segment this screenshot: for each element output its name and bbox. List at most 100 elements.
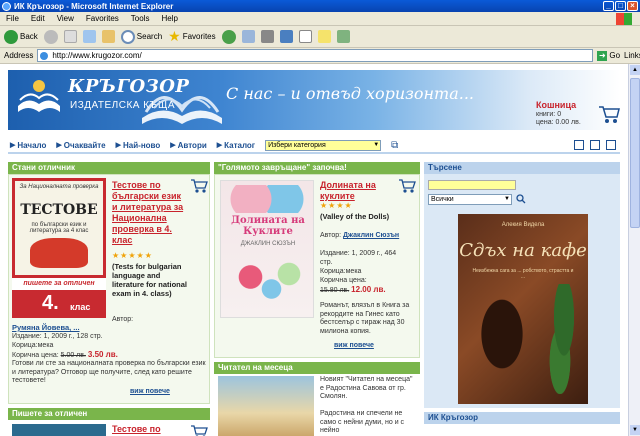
scroll-up-icon[interactable]: ▲ (630, 65, 640, 75)
old-price: 5.00 лв. (60, 352, 86, 359)
add-to-cart-icon[interactable] (190, 424, 208, 436)
search-input[interactable] (428, 180, 516, 190)
cover-pills-bottom (233, 253, 303, 313)
cover-grade: 4. (42, 292, 59, 314)
reader-photo[interactable] (218, 376, 314, 436)
search-icon[interactable] (516, 194, 526, 204)
refresh-icon[interactable] (82, 30, 96, 43)
nav-catalog[interactable]: ▶ Каталог (217, 141, 255, 150)
reader-text-2: Радостина ни спечели не само с нейни дум… (320, 410, 405, 434)
contact-icon[interactable] (606, 140, 616, 150)
rating-stars: ★★★★★ (112, 251, 153, 260)
media-icon[interactable] (221, 29, 236, 44)
forward-button[interactable] (43, 29, 58, 44)
cover-title: Долината на Куклите (231, 215, 305, 237)
edit-icon[interactable] (279, 30, 293, 43)
book-title-link[interactable]: Тестове по български език и литература з… (112, 180, 186, 246)
nav-arrow-icon: ▶ (56, 142, 62, 149)
cart-title[interactable]: Кошница (536, 100, 576, 110)
search-button[interactable]: Search (120, 29, 162, 44)
nav-arrow-icon: ▶ (216, 142, 223, 149)
go-button[interactable]: ➜ Go (597, 50, 620, 61)
reader-header: Читател на месеца (214, 362, 420, 374)
category-select[interactable]: Избери категория (265, 139, 382, 151)
menu-file[interactable]: File (6, 14, 19, 23)
book-cover-2[interactable] (12, 424, 106, 436)
maximize-button[interactable]: □ (615, 1, 626, 11)
english-title: (Valley of the Dolls) (320, 212, 390, 221)
links-label[interactable]: Links (624, 51, 640, 60)
author-link[interactable]: Джаклин Сюзън (343, 232, 399, 239)
email-icon[interactable] (590, 140, 600, 150)
address-label: Address (4, 51, 34, 60)
featured-column: Стани отличник За Националната проверка … (8, 162, 210, 436)
favorites-button[interactable]: ★ Favorites (168, 28, 215, 45)
author-link[interactable]: Румяна Йовева, ... (12, 323, 80, 333)
print-icon[interactable] (260, 30, 274, 43)
promo-author: Алекия Видела (501, 222, 545, 228)
more-link[interactable]: виж повече (334, 342, 374, 349)
menu-bar: File Edit View Favorites Tools Help (0, 12, 640, 26)
cover-grade-word: клас (70, 302, 91, 312)
publisher-header: ИК Кръгозор (424, 412, 620, 424)
mail-icon[interactable] (241, 30, 255, 43)
add-to-cart-icon[interactable] (190, 178, 208, 194)
nav-authors[interactable]: ▶ Автори (170, 141, 206, 150)
messenger-icon[interactable] (336, 30, 350, 43)
open-book-icon (142, 96, 222, 124)
reader-text: Новият "Читател на месеца" е Радостина С… (320, 376, 413, 400)
discuss-icon[interactable] (298, 30, 312, 43)
site-header: КРЪГОЗОР ИЗДАТЕЛСКА КЪЩА С нас – и отвъд… (8, 70, 620, 130)
edition-info: Издание: 1, 2009 г., 128 стр. (12, 333, 103, 340)
note-icon[interactable] (317, 30, 331, 43)
book-cover-dolls[interactable]: Долината на Куклите ДЖАКЛИН СЮЗЪН (220, 180, 314, 318)
windows-logo-icon (616, 12, 632, 25)
menu-edit[interactable]: Edit (31, 14, 45, 23)
promo-column: "Голямото завръщане" започва! Долината н… (214, 162, 420, 436)
add-to-cart-icon[interactable] (398, 178, 416, 194)
stop-icon[interactable] (63, 30, 77, 43)
scroll-down-icon[interactable]: ▼ (630, 425, 640, 435)
cover-type: Корица:мека (320, 268, 362, 275)
promo-book-cover[interactable]: Алекия Видела Cдъх на кафе Неизбежна саг… (458, 214, 588, 404)
close-button[interactable]: × (627, 1, 638, 11)
go-arrow-icon: ➜ (597, 50, 608, 61)
promo-leaves (544, 284, 584, 394)
home-page-icon[interactable] (574, 140, 584, 150)
nav-arrow-icon: ▶ (10, 142, 16, 149)
home-icon[interactable] (101, 30, 115, 43)
search-scope-select[interactable]: Всички (428, 194, 512, 205)
sitemap-icon[interactable]: ⧉ (391, 140, 398, 151)
search-icon (120, 29, 135, 44)
new-price: 3.50 лв. (87, 350, 118, 359)
nav-home[interactable]: ▶ Начало (10, 141, 46, 150)
promo-blurb: Неизбежна сага за ... робството, страстт… (472, 268, 574, 280)
shopping-cart-icon[interactable] (598, 104, 620, 124)
minimize-button[interactable]: _ (603, 1, 614, 11)
back-button[interactable]: Back (4, 29, 38, 44)
nav-newest[interactable]: ▶ Най-ново (116, 141, 161, 150)
nav-upcoming[interactable]: ▶ Очаквайте (56, 141, 105, 150)
address-input[interactable]: http://www.krugozor.com/ (37, 49, 594, 62)
more-link[interactable]: виж повече (130, 388, 170, 395)
cart-price: цена: 0.00 лв. (536, 119, 581, 126)
book-title-link-2[interactable]: Тестове по (112, 424, 161, 435)
nav-arrow-icon: ▶ (115, 142, 122, 149)
back-arrow-icon (4, 29, 18, 44)
menu-favorites[interactable]: Favorites (86, 14, 119, 23)
cover-illustration (30, 238, 88, 268)
vertical-scrollbar[interactable]: ▲ ▼ (628, 64, 640, 436)
cart-summary[interactable]: Кошница книги: 0 цена: 0.00 лв. (526, 100, 622, 134)
rating-stars: ★★★★ (320, 201, 353, 210)
site-slogan: С нас – и отвъд хоризонта... (226, 84, 475, 103)
scroll-thumb[interactable] (630, 78, 640, 228)
cover-type: Корица:мека (12, 342, 54, 349)
book-cover-tests[interactable]: За Националната проверка ТЕСТОВЕ по бълг… (12, 178, 106, 318)
menu-view[interactable]: View (57, 14, 74, 23)
book-title-link[interactable]: Долината на куклите (320, 180, 392, 202)
author-line: Автор: Джаклин Сюзън (320, 232, 400, 239)
sidebar-column: Търсене Всички Алекия Видела Cдъх на каф… (424, 162, 620, 436)
menu-help[interactable]: Help (161, 14, 177, 23)
menu-tools[interactable]: Tools (131, 14, 150, 23)
featured-header: Стани отличник (8, 162, 210, 174)
